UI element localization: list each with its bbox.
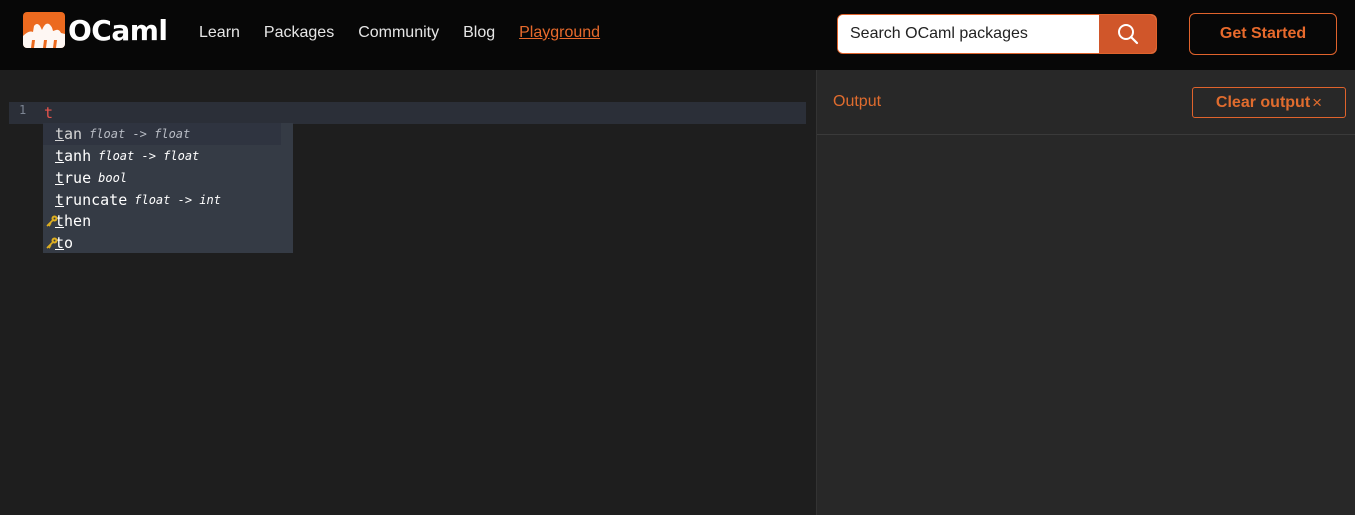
active-line-highlight <box>9 102 806 124</box>
keyword-icon <box>46 237 58 249</box>
completion-item-tan[interactable]: t an float -> float <box>43 123 281 145</box>
completion-type: float -> float <box>89 127 191 141</box>
get-started-button[interactable]: Get Started <box>1189 13 1337 55</box>
autocomplete-dropdown: t an float -> float t anh float -> float t… <box>43 123 293 253</box>
close-icon: × <box>1312 92 1323 112</box>
line-number: 1 <box>19 103 27 117</box>
top-navbar: OCaml Learn Packages Community Blog Play… <box>0 0 1355 70</box>
completion-item-then[interactable]: t hen <box>43 210 281 232</box>
search-button[interactable] <box>1099 15 1156 53</box>
search-icon <box>1117 24 1138 45</box>
output-title: Output <box>833 93 882 110</box>
clear-output-button[interactable]: Clear output × <box>1192 87 1346 118</box>
package-search <box>837 14 1157 54</box>
completion-item-truncate[interactable]: t runcate float -> int <box>43 189 281 211</box>
completion-item-true[interactable]: t rue bool <box>43 167 281 189</box>
keyword-icon <box>46 215 58 227</box>
completion-type: float -> float <box>98 149 200 163</box>
nav-item-learn[interactable]: Learn <box>199 24 240 42</box>
code-editor[interactable]: 1 t t an float -> float t anh float -> flo… <box>0 70 816 515</box>
brand-name: OCaml <box>68 13 168 47</box>
completion-item-tanh[interactable]: t anh float -> float <box>43 145 281 167</box>
camel-icon <box>23 12 65 48</box>
nav-item-community[interactable]: Community <box>358 24 439 42</box>
clear-output-label: Clear output <box>1215 93 1311 111</box>
ocaml-logo[interactable]: OCaml <box>23 12 168 48</box>
completion-type: float -> int <box>134 193 221 207</box>
completion-type: bool <box>98 171 128 185</box>
output-panel: Output Clear output × <box>816 70 1355 515</box>
nav-item-packages[interactable]: Packages <box>264 24 334 42</box>
code-line[interactable]: t <box>44 104 53 122</box>
search-input[interactable] <box>838 15 1099 53</box>
completion-item-to[interactable]: to <box>43 232 281 254</box>
main-nav: Learn Packages Community Blog Playground <box>199 24 600 42</box>
nav-item-blog[interactable]: Blog <box>463 24 495 42</box>
nav-item-playground[interactable]: Playground <box>519 24 600 42</box>
output-header: Output Clear output × <box>817 70 1355 135</box>
